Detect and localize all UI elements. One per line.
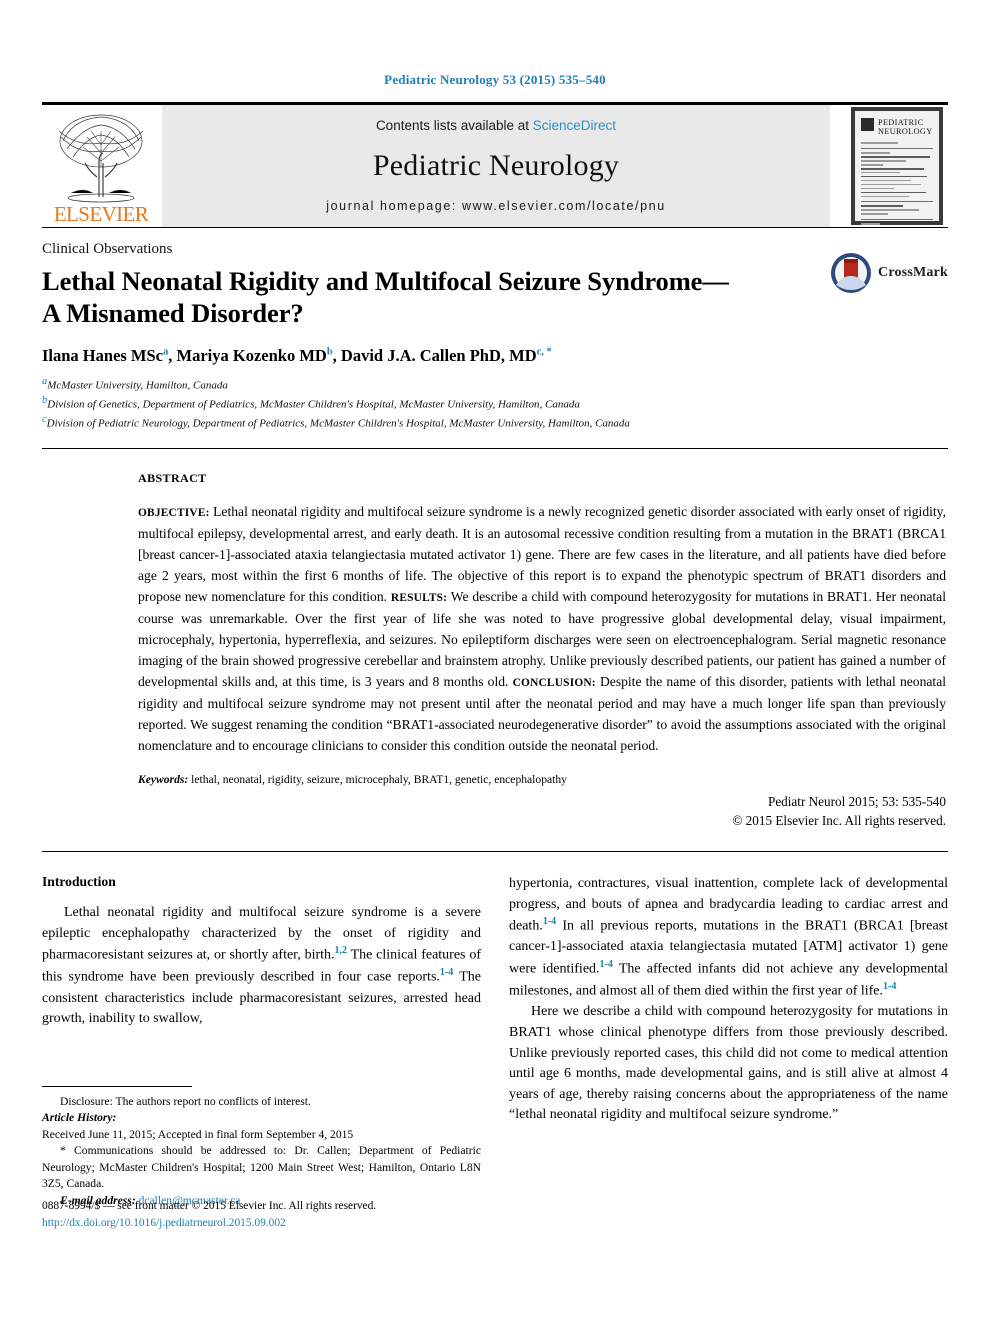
- journal-title: Pediatric Neurology: [372, 149, 620, 182]
- crossmark-badge[interactable]: CrossMark: [830, 252, 948, 294]
- abstract-citation: Pediatr Neurol 2015; 53: 535-540: [767, 794, 946, 810]
- article-section-label: Clinical Observations: [42, 241, 173, 257]
- masthead-center-band: Contents lists available at ScienceDirec…: [162, 105, 830, 227]
- footnote-rule: [42, 1086, 192, 1088]
- abstract-results-label: RESULTS:: [390, 592, 448, 605]
- abstract-heading: ABSTRACT: [138, 471, 207, 486]
- footnote-correspondence: * Communications should be addressed to:…: [42, 1144, 481, 1191]
- right-paragraph-2: Here we describe a child with compound h…: [509, 1002, 948, 1125]
- footnote-block: Disclosure: The authors report no confli…: [42, 1086, 481, 1209]
- page-footer: 0887-8994/$ — see front matter © 2015 El…: [42, 1198, 482, 1231]
- right-column: hypertonia, contractures, visual inatten…: [509, 874, 948, 1126]
- affiliation-list: aMcMaster University, Hamilton, Canada b…: [42, 375, 948, 433]
- author-3: David J.A. Callen PhD, MDc, *: [341, 346, 552, 365]
- keywords-text: lethal, neonatal, rigidity, seizure, mic…: [188, 773, 567, 787]
- abstract-section: ABSTRACT OBJECTIVE: Lethal neonatal rigi…: [42, 449, 948, 829]
- elsevier-logo[interactable]: ELSEVIER: [42, 105, 160, 227]
- affiliation-a-text: McMaster University, Hamilton, Canada: [47, 379, 228, 392]
- citation-ref[interactable]: 1-4: [440, 967, 453, 978]
- right-paragraph-1: hypertonia, contractures, visual inatten…: [509, 874, 948, 1002]
- left-column: Introduction Lethal neonatal rigidity an…: [42, 874, 483, 1207]
- abstract-copyright: © 2015 Elsevier Inc. All rights reserved…: [732, 813, 946, 829]
- contents-available-line: Contents lists available at ScienceDirec…: [376, 118, 616, 133]
- author-list: Ilana Hanes MSca, Mariya Kozenko MDb, Da…: [42, 346, 948, 366]
- article-title: Lethal Neonatal Rigidity and Multifocal …: [42, 266, 729, 329]
- journal-homepage-link[interactable]: journal homepage: www.elsevier.com/locat…: [326, 199, 666, 213]
- keywords-line: Keywords: lethal, neonatal, rigidity, se…: [138, 773, 946, 786]
- abstract-gutter: [42, 471, 138, 829]
- crossmark-label: CrossMark: [878, 265, 948, 280]
- body-columns: Introduction Lethal neonatal rigidity an…: [42, 852, 948, 1207]
- cover-inner: PEDIATRIC NEUROLOGY: [851, 107, 943, 225]
- cover-toc-lines: [861, 142, 933, 225]
- cover-title-line2: NEUROLOGY: [878, 127, 933, 137]
- cover-emblem-icon: [861, 118, 874, 131]
- crossmark-icon: [831, 253, 872, 293]
- cover-title: PEDIATRIC NEUROLOGY: [878, 118, 933, 136]
- sciencedirect-link[interactable]: ScienceDirect: [533, 118, 616, 133]
- footnote-article-history-label: Article History:: [42, 1111, 117, 1125]
- author-1-name: Ilana Hanes MSc: [42, 345, 164, 365]
- running-head: Pediatric Neurology 53 (2015) 535–540: [384, 72, 606, 87]
- author-sep-1: ,: [168, 345, 177, 365]
- elsevier-tree-icon: [58, 114, 144, 203]
- citation-ref[interactable]: 1,2: [335, 945, 348, 956]
- keywords-label: Keywords:: [138, 773, 189, 787]
- abstract-text: OBJECTIVE: Lethal neonatal rigidity and …: [138, 501, 946, 756]
- right-p2-text: Here we describe a child with compound h…: [509, 1004, 948, 1123]
- affiliation-b-text: Division of Genetics, Department of Pedi…: [47, 398, 580, 411]
- footnote-disclosure: Disclosure: The authors report no confli…: [60, 1095, 311, 1109]
- affiliation-c: cDivision of Pediatric Neurology, Depart…: [42, 413, 948, 432]
- abstract-objective-label: OBJECTIVE:: [138, 507, 210, 520]
- issn-copyright-line: 0887-8994/$ — see front matter © 2015 El…: [42, 1200, 377, 1212]
- author-2-name: Mariya Kozenko MD: [176, 345, 327, 365]
- author-sep-2: ,: [332, 345, 341, 365]
- citation-ref[interactable]: 1-4: [883, 981, 896, 992]
- abstract-body: ABSTRACT OBJECTIVE: Lethal neonatal rigi…: [138, 471, 948, 829]
- author-2: Mariya Kozenko MDb: [177, 346, 333, 365]
- introduction-heading: Introduction: [42, 874, 116, 890]
- elsevier-wordmark: ELSEVIER: [53, 202, 149, 226]
- journal-cover-thumbnail[interactable]: PEDIATRIC NEUROLOGY: [846, 105, 948, 227]
- doi-link[interactable]: http://dx.doi.org/10.1016/j.pediatrneuro…: [42, 1215, 482, 1232]
- author-1: Ilana Hanes MSca: [42, 346, 168, 365]
- title-block: CrossMark Clinical Observations Lethal N…: [42, 228, 948, 432]
- author-3-marker[interactable]: c, *: [537, 346, 552, 357]
- footnote-article-history: Received June 11, 2015; Accepted in fina…: [42, 1127, 354, 1141]
- left-paragraph-1: Lethal neonatal rigidity and multifocal …: [42, 903, 481, 1030]
- article-page: Pediatric Neurology 53 (2015) 535–540 EL…: [0, 0, 990, 1320]
- cover-header: PEDIATRIC NEUROLOGY: [861, 118, 933, 136]
- abstract-conclusion-label: CONCLUSION:: [512, 677, 596, 690]
- affiliation-a: aMcMaster University, Hamilton, Canada: [42, 375, 948, 394]
- contents-prefix: Contents lists available at: [375, 118, 533, 133]
- affiliation-c-text: Division of Pediatric Neurology, Departm…: [46, 417, 630, 430]
- citation-ref[interactable]: 1-4: [543, 916, 556, 927]
- author-3-name: David J.A. Callen PhD, MD: [340, 345, 537, 365]
- cover-title-line1: PEDIATRIC: [878, 118, 924, 127]
- journal-masthead: ELSEVIER Contents lists available at Sci…: [42, 105, 948, 227]
- affiliation-b: bDivision of Genetics, Department of Ped…: [42, 394, 948, 413]
- citation-ref[interactable]: 1-4: [600, 959, 613, 970]
